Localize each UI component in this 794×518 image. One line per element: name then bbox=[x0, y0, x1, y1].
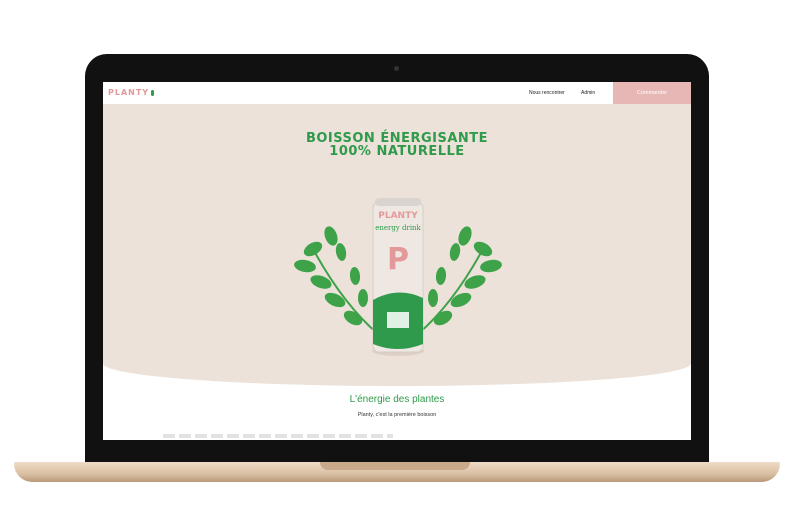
laptop-notch bbox=[320, 462, 470, 470]
leaf-icon bbox=[151, 89, 155, 96]
hero-title: BOISSON ÉNERGISANTE 100% NATURELLE bbox=[103, 132, 691, 158]
logo-text: PLANTY bbox=[108, 88, 150, 97]
hero-title-line2: 100% NATURELLE bbox=[329, 144, 465, 159]
brand-logo[interactable]: PLANTY bbox=[108, 88, 155, 97]
can-brand: PLANTY bbox=[378, 211, 418, 221]
laptop-lid: PLANTY Nous rencontrer Admin Commander B… bbox=[85, 54, 709, 474]
order-button[interactable]: Commander bbox=[613, 82, 691, 104]
can-letter: P bbox=[387, 242, 409, 277]
can-subtitle: energy drink bbox=[375, 224, 421, 232]
camera-dot bbox=[394, 66, 399, 71]
nav-link-admin[interactable]: Admin bbox=[581, 90, 595, 96]
faded-text-line bbox=[163, 434, 393, 438]
laptop-screen: PLANTY Nous rencontrer Admin Commander B… bbox=[103, 82, 691, 440]
top-navbar: PLANTY Nous rencontrer Admin Commander bbox=[103, 82, 691, 104]
left-leaf-branch-icon bbox=[294, 226, 379, 335]
energy-drink-can: PLANTY energy drink P bbox=[372, 198, 424, 356]
section-title: L'énergie des plantes bbox=[349, 394, 445, 405]
product-illustration: PLANTY energy drink P bbox=[294, 198, 502, 356]
hero-section: BOISSON ÉNERGISANTE 100% NATURELLE PLANT… bbox=[103, 104, 691, 386]
section-text: Planty, c'est la première boisson bbox=[357, 412, 437, 418]
nav-link-nous-rencontrer[interactable]: Nous rencontrer bbox=[529, 90, 565, 96]
right-leaf-branch-icon bbox=[417, 226, 502, 335]
